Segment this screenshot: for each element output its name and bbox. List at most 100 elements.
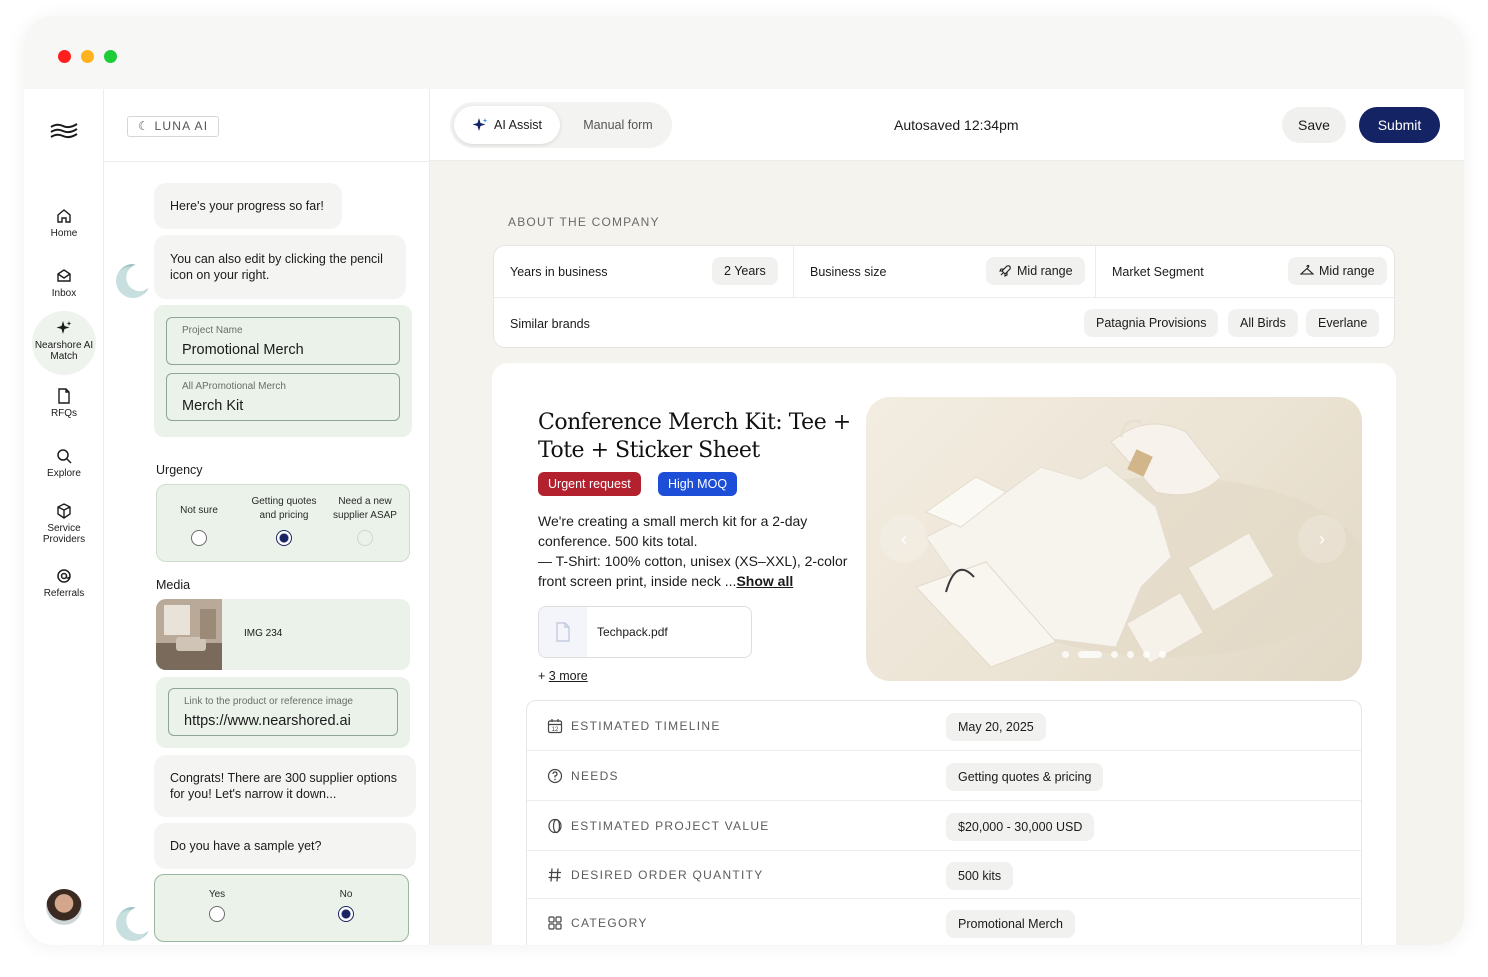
nav-item-referrals[interactable]: Referrals <box>32 568 96 599</box>
detail-row[interactable]: 12 ESTIMATED TIMELINE May 20, 2025 <box>527 701 1361 751</box>
sample-option-yes[interactable]: Yes <box>192 888 242 922</box>
carousel-dot[interactable] <box>1143 651 1150 658</box>
option-label: Not sure <box>180 505 218 516</box>
logo-icon[interactable] <box>49 121 79 141</box>
file-icon <box>539 607 587 657</box>
urgency-card: Not sure Getting quotes and pricing Need… <box>156 484 410 562</box>
radio-button[interactable] <box>191 530 207 546</box>
carousel-dot-active[interactable] <box>1078 651 1102 658</box>
tab-manual-form[interactable]: Manual form <box>568 106 668 144</box>
chat-header: ☾ LUNA AI <box>104 89 430 162</box>
detail-label: ESTIMATED TIMELINE <box>571 719 721 733</box>
media-card[interactable]: IMG 234 <box>156 599 410 670</box>
business-size-chip[interactable]: Mid range <box>986 257 1085 285</box>
detail-label: DESIRED ORDER QUANTITY <box>571 868 764 882</box>
radio-button-selected[interactable] <box>276 530 292 546</box>
autosave-status: Autosaved 12:34pm <box>894 117 1019 133</box>
moq-tag: High MOQ <box>658 472 738 496</box>
title-bar <box>24 16 1464 89</box>
sample-option-no[interactable]: No <box>321 888 371 922</box>
show-all-link[interactable]: Show all <box>736 573 793 589</box>
detail-row[interactable]: DESIRED ORDER QUANTITY 500 kits <box>527 851 1361 899</box>
carousel-dot[interactable] <box>1127 651 1134 658</box>
reference-link-field[interactable]: Link to the product or reference image h… <box>168 688 398 736</box>
top-bar: AI Assist Manual form Autosaved 12:34pm … <box>430 89 1464 161</box>
urgency-option-asap[interactable]: Need a new supplier ASAP <box>329 495 401 546</box>
tab-ai-assist[interactable]: AI Assist <box>454 106 560 144</box>
more-link[interactable]: 3 more <box>549 669 588 683</box>
carousel-prev-button[interactable]: ‹ <box>880 515 928 563</box>
calendar-icon: 12 <box>547 719 563 734</box>
urgency-option-getting-quotes[interactable]: Getting quotes and pricing <box>245 495 323 546</box>
product-description: We're creating a small merch kit for a 2… <box>538 511 856 591</box>
media-thumbnail[interactable] <box>156 599 222 670</box>
close-window-button[interactable] <box>58 50 71 63</box>
market-segment-label: Market Segment <box>1112 264 1204 279</box>
detail-value: 500 kits <box>946 862 1014 890</box>
description-line: We're creating a small merch kit for a 2… <box>538 513 808 549</box>
carousel-dot[interactable] <box>1062 651 1069 658</box>
brand-chip[interactable]: Everlane <box>1306 309 1380 337</box>
rocket-icon <box>999 265 1011 277</box>
chat-message: Here's your progress so far! <box>154 183 342 229</box>
detail-value: Promotional Merch <box>946 910 1075 938</box>
nav-item-explore[interactable]: Explore <box>32 448 96 479</box>
brand-chip[interactable]: All Birds <box>1228 309 1298 337</box>
more-attachments[interactable]: + 3 more <box>538 669 588 683</box>
years-value-chip[interactable]: 2 Years <box>712 257 778 285</box>
minimize-window-button[interactable] <box>81 50 94 63</box>
radio-button-selected[interactable] <box>338 906 354 922</box>
nav-label: Service Providers <box>42 523 86 545</box>
question-icon <box>547 768 563 784</box>
detail-value: May 20, 2025 <box>946 713 1046 741</box>
carousel-dots <box>1062 651 1166 658</box>
detail-row[interactable]: CATEGORY Promotional Merch <box>527 899 1361 945</box>
nav-item-inbox[interactable]: Inbox <box>32 268 96 299</box>
years-in-business-cell: Years in business 2 Years <box>494 246 794 298</box>
more-prefix: + <box>538 669 549 683</box>
similar-brands-label: Similar brands <box>510 317 590 331</box>
nav-item-home[interactable]: Home <box>32 208 96 239</box>
product-photo <box>915 419 1362 668</box>
carousel-dot[interactable] <box>1159 651 1166 658</box>
nav-rail: Home Inbox Nearshore AI Match RFQs Explo… <box>24 89 104 945</box>
user-avatar[interactable] <box>46 889 82 925</box>
save-button[interactable]: Save <box>1282 107 1346 143</box>
file-name: Techpack.pdf <box>597 625 668 639</box>
project-name-value: Promotional Merch <box>182 342 304 358</box>
carousel-next-button[interactable]: › <box>1298 515 1346 563</box>
years-label: Years in business <box>510 264 608 279</box>
detail-row[interactable]: ESTIMATED PROJECT VALUE $20,000 - 30,000… <box>527 801 1361 851</box>
luna-avatar-icon <box>116 907 150 941</box>
attachment-file[interactable]: Techpack.pdf <box>538 606 752 658</box>
category-field[interactable]: All APromotional Merch Merch Kit <box>166 373 400 421</box>
market-segment-chip[interactable]: Mid range <box>1288 257 1387 285</box>
app-window: Home Inbox Nearshore AI Match RFQs Explo… <box>24 16 1464 945</box>
nav-label: RFQs <box>50 408 78 419</box>
reference-link-value: https://www.nearshored.ai <box>184 713 351 729</box>
coin-icon <box>548 818 562 834</box>
luna-avatar-icon <box>116 264 150 298</box>
grid-icon <box>548 916 562 930</box>
category-label: All APromotional Merch <box>182 381 286 392</box>
radio-button[interactable] <box>209 906 225 922</box>
radio-button[interactable] <box>357 530 373 546</box>
luna-ai-badge: ☾ LUNA AI <box>127 116 220 137</box>
urgency-option-not-sure[interactable]: Not sure <box>167 502 231 546</box>
market-segment-value: Mid range <box>1319 264 1375 278</box>
product-image-carousel[interactable]: ‹ › <box>866 397 1362 681</box>
link-card: Link to the product or reference image h… <box>156 677 410 748</box>
nav-item-service-providers[interactable]: Service Providers <box>32 503 96 545</box>
nav-item-ai-match[interactable]: Nearshore AI Match <box>32 311 96 375</box>
nav-label: Inbox <box>51 288 77 299</box>
submit-button[interactable]: Submit <box>1359 107 1440 143</box>
inbox-icon <box>57 269 71 282</box>
brand-chip[interactable]: Patagnia Provisions <box>1084 309 1219 337</box>
referral-icon <box>57 569 71 583</box>
nav-item-rfqs[interactable]: RFQs <box>32 388 96 419</box>
search-icon <box>57 449 72 464</box>
maximize-window-button[interactable] <box>104 50 117 63</box>
carousel-dot[interactable] <box>1111 651 1118 658</box>
project-name-field[interactable]: Project Name Promotional Merch <box>166 317 400 365</box>
detail-row[interactable]: NEEDS Getting quotes & pricing <box>527 751 1361 801</box>
